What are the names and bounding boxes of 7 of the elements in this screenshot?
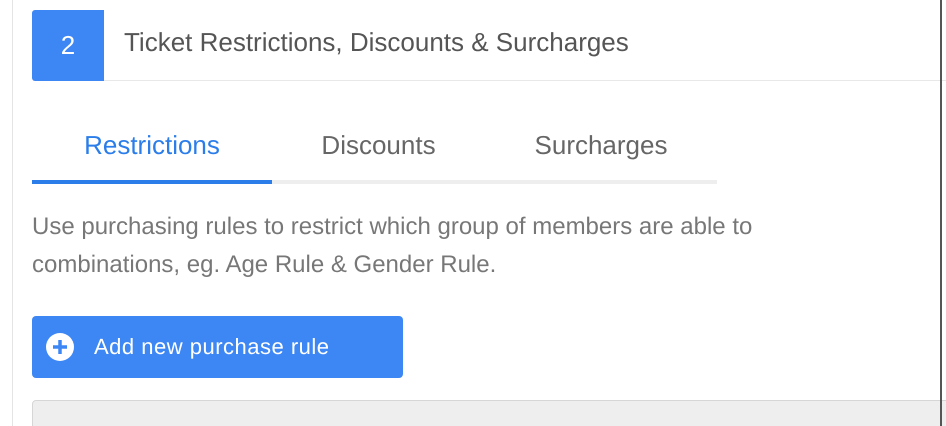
tab[interactable]: Restrictions (32, 110, 272, 184)
plus-circle-icon (46, 333, 74, 361)
description-text: Use purchasing rules to restrict which group of members are able to combinations, eg. Age Rule & Gender Rule. (32, 212, 752, 280)
add-rule-button[interactable]: Add new purchase rule (32, 316, 403, 378)
tab[interactable]: Discounts (272, 110, 485, 184)
step-number: 2 (32, 10, 104, 81)
tab[interactable]: Surcharges (485, 110, 717, 184)
